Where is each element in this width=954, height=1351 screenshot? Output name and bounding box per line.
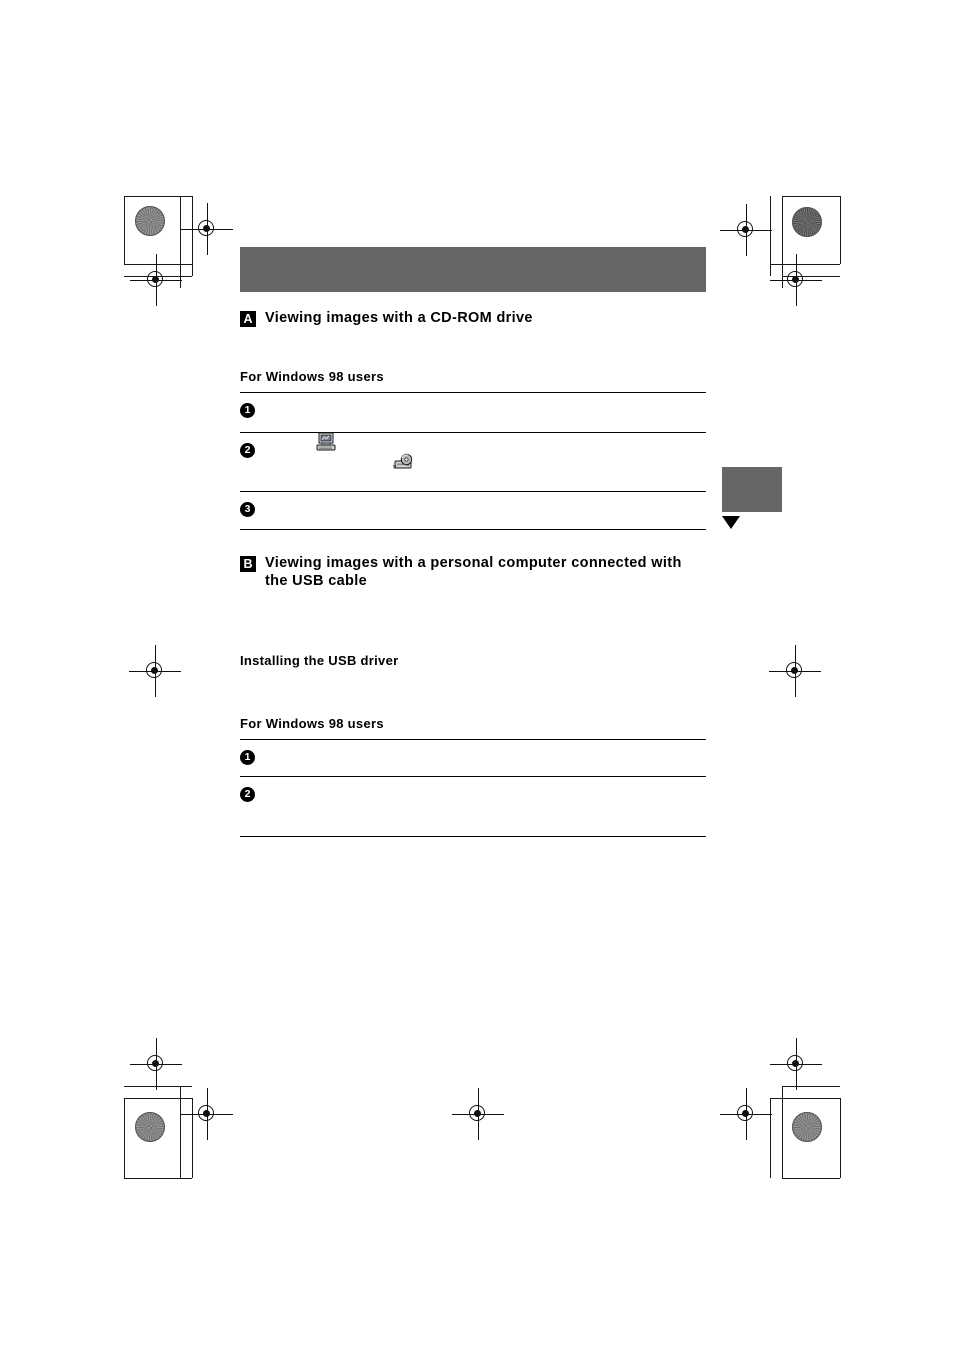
section-title-a: Viewing images with a CD-ROM drive — [265, 310, 533, 326]
step-b-2: 2 — [240, 777, 706, 836]
registration-target — [130, 254, 182, 306]
crop-mark — [124, 1098, 192, 1099]
step-a-2: 2 — [240, 432, 706, 491]
crop-mark — [840, 1098, 841, 1178]
crop-mark — [840, 196, 841, 264]
step-number-badge: 1 — [240, 402, 255, 418]
crop-mark — [124, 1098, 125, 1178]
step-number-badge: 2 — [240, 786, 255, 802]
crop-mark — [782, 1178, 840, 1179]
registration-target — [452, 1088, 504, 1140]
step-number-badge: 2 — [240, 442, 255, 458]
side-thumb-tab — [722, 467, 782, 512]
crop-mark — [782, 1086, 783, 1178]
crop-mark — [180, 1086, 181, 1178]
section-heading-b: B Viewing images with a personal compute… — [240, 554, 706, 591]
section-badge-a: A — [240, 311, 256, 327]
subheading-a-windows98: For Windows 98 users — [240, 368, 384, 384]
crop-mark — [782, 196, 840, 197]
step-number-badge: 1 — [240, 749, 255, 765]
registration-target — [770, 1038, 822, 1090]
down-triangle-icon — [722, 516, 740, 529]
divider — [240, 528, 706, 530]
crop-mark — [124, 1178, 192, 1179]
density-patch — [135, 1112, 165, 1142]
crop-mark — [770, 1098, 840, 1099]
step-b-1: 1 — [240, 740, 706, 776]
registration-target — [129, 645, 181, 697]
crop-mark — [782, 276, 840, 277]
registration-target — [720, 204, 772, 256]
crop-mark — [192, 1098, 193, 1178]
registration-target — [181, 1088, 233, 1140]
registration-target — [720, 1088, 772, 1140]
cd-rom-drive-icon — [392, 453, 414, 477]
content-column: A Viewing images with a CD-ROM drive For… — [240, 247, 706, 837]
step-number-badge: 3 — [240, 501, 255, 517]
my-computer-icon — [315, 432, 337, 458]
crop-mark — [124, 196, 192, 197]
divider — [240, 835, 706, 837]
step-a-3: 3 — [240, 492, 706, 529]
density-patch — [792, 1112, 822, 1142]
crop-mark — [124, 196, 125, 264]
registration-target — [770, 254, 822, 306]
section-badge-b: B — [240, 555, 256, 572]
crop-mark — [770, 1098, 771, 1178]
registration-target — [769, 645, 821, 697]
crop-mark — [770, 196, 771, 276]
section-heading-a: A Viewing images with a CD-ROM drive — [240, 309, 706, 328]
density-patch — [792, 207, 822, 237]
crop-mark — [124, 276, 192, 277]
chapter-header-band — [240, 247, 706, 292]
step-a-1: 1 — [240, 393, 706, 432]
subheading-installing-usb-driver: Installing the USB driver — [240, 652, 399, 668]
registration-target — [181, 203, 233, 255]
crop-mark — [782, 1086, 840, 1087]
crop-mark — [124, 1086, 192, 1087]
crop-mark — [180, 196, 181, 288]
crop-mark — [192, 196, 193, 276]
registration-target — [130, 1038, 182, 1090]
subheading-b-windows98: For Windows 98 users — [240, 715, 384, 731]
crop-mark — [782, 196, 783, 288]
section-title-b: Viewing images with a personal computer … — [265, 554, 682, 590]
crop-mark — [770, 264, 840, 265]
density-patch — [135, 206, 165, 236]
manual-page: A Viewing images with a CD-ROM drive For… — [0, 0, 954, 1351]
crop-mark — [124, 264, 192, 265]
